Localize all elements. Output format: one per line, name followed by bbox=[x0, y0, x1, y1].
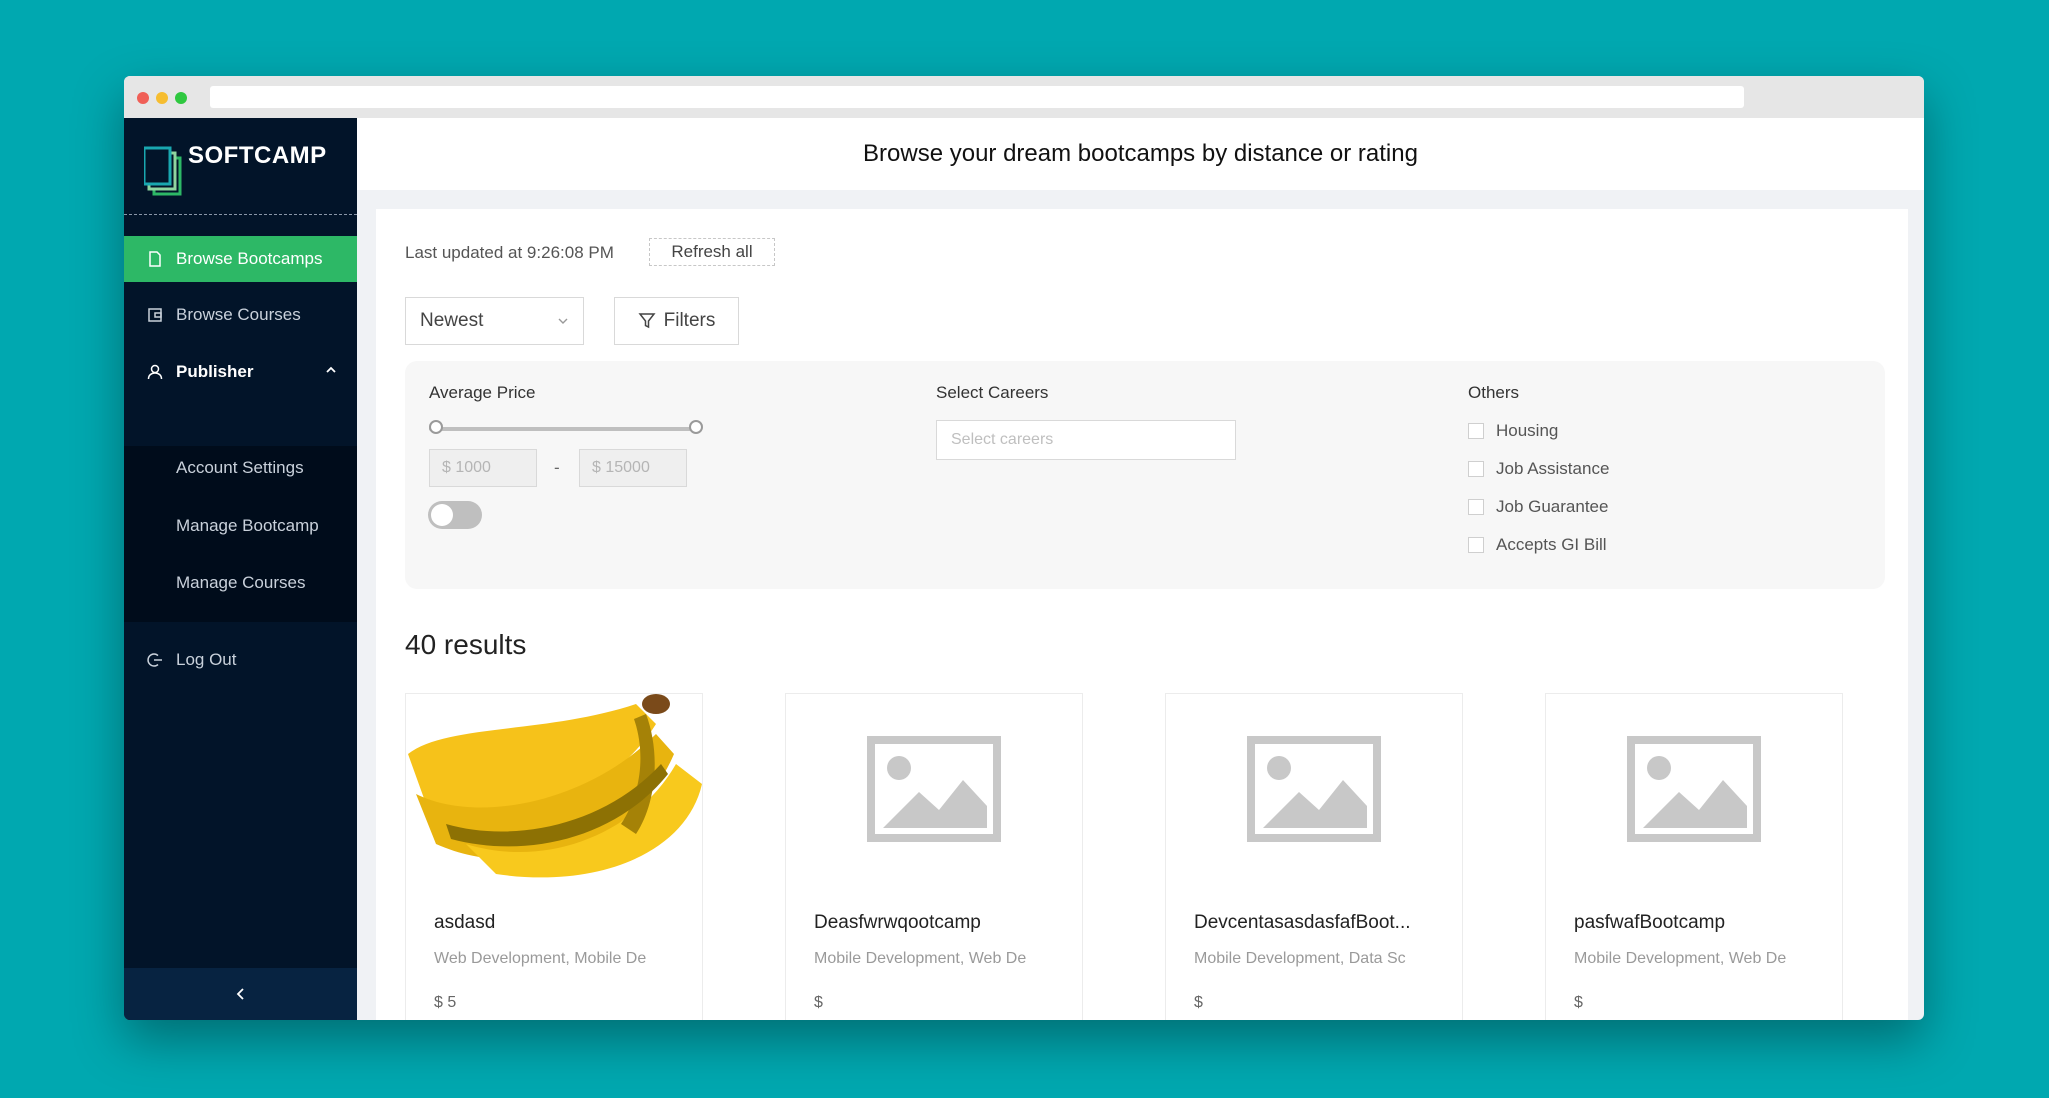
bootcamp-careers: Mobile Development, Web De bbox=[1574, 950, 1787, 967]
chevron-left-icon bbox=[236, 988, 244, 1000]
accepts-gi-bill-checkbox[interactable]: Accepts GI Bill bbox=[1468, 535, 1607, 555]
image-placeholder-icon bbox=[1247, 736, 1381, 842]
logo[interactable]: SOFTCAMP bbox=[144, 136, 344, 200]
sidebar-item-log-out[interactable]: Log Out bbox=[124, 637, 357, 683]
checkbox-box[interactable] bbox=[1468, 499, 1484, 515]
bootcamp-name[interactable]: asdasd bbox=[434, 912, 684, 934]
min-price-input[interactable]: $ 1000 bbox=[429, 449, 537, 487]
others-label: Others bbox=[1468, 383, 1520, 402]
sidebar-item-label: Browse Courses bbox=[176, 305, 301, 324]
main-content: Last updated at 9:26:08 PM Refresh all N… bbox=[376, 209, 1908, 1020]
filter-icon bbox=[638, 313, 656, 329]
sort-select[interactable]: Newest bbox=[405, 297, 584, 345]
sidebar-item-manage-courses[interactable]: Manage Courses bbox=[124, 561, 357, 605]
sort-select-value: Newest bbox=[420, 310, 484, 331]
price-range-separator: - bbox=[554, 458, 560, 477]
page-title: Browse your dream bootcamps by distance … bbox=[357, 118, 1924, 190]
price-slider-max-handle[interactable] bbox=[689, 420, 703, 434]
bootcamp-name[interactable]: DevcentasasdasfafBoot... bbox=[1194, 912, 1444, 934]
bootcamp-careers: Mobile Development, Web De bbox=[814, 950, 1027, 967]
bootcamp-card[interactable]: DevcentasasdasfafBoot... Mobile Developm… bbox=[1165, 693, 1463, 1020]
job-assistance-checkbox[interactable]: Job Assistance bbox=[1468, 459, 1609, 479]
bootcamp-image bbox=[1166, 694, 1462, 884]
sidebar-item-browse-bootcamps[interactable]: Browse Bootcamps bbox=[124, 236, 357, 282]
job-guarantee-checkbox[interactable]: Job Guarantee bbox=[1468, 497, 1608, 517]
bootcamp-price: $ bbox=[1574, 994, 1583, 1011]
maximize-window-button[interactable] bbox=[175, 92, 187, 104]
careers-select[interactable]: Select careers bbox=[936, 420, 1236, 460]
bootcamp-image bbox=[786, 694, 1082, 884]
url-bar[interactable] bbox=[210, 86, 1744, 108]
sidebar-item-publisher[interactable]: Publisher bbox=[124, 349, 357, 395]
checkbox-label: Job Guarantee bbox=[1496, 497, 1609, 516]
sidebar-item-label: Publisher bbox=[176, 362, 254, 381]
average-price-label: Average Price bbox=[429, 383, 536, 402]
user-icon bbox=[147, 364, 163, 380]
close-window-button[interactable] bbox=[137, 92, 149, 104]
bootcamp-price: $ 5 bbox=[434, 994, 457, 1011]
max-price-input[interactable]: $ 15000 bbox=[579, 449, 687, 487]
bootcamp-image bbox=[1546, 694, 1842, 884]
refresh-all-button[interactable]: Refresh all bbox=[649, 238, 775, 266]
checkbox-label: Housing bbox=[1496, 421, 1559, 440]
chevron-down-icon bbox=[558, 318, 568, 324]
bootcamp-image bbox=[406, 694, 702, 884]
checkbox-box[interactable] bbox=[1468, 461, 1484, 477]
last-updated-text: Last updated at 9:26:08 PM bbox=[405, 243, 614, 262]
sidebar-item-account-settings[interactable]: Account Settings bbox=[124, 446, 357, 490]
housing-checkbox[interactable]: Housing bbox=[1468, 421, 1558, 441]
file-icon bbox=[149, 251, 161, 267]
sidebar-item-manage-bootcamp[interactable]: Manage Bootcamp bbox=[124, 504, 357, 548]
checkbox-label: Job Assistance bbox=[1496, 459, 1610, 478]
sidebar-item-label: Manage Bootcamp bbox=[176, 516, 319, 535]
sidebar: SOFTCAMP Browse Bootcamps Browse Courses… bbox=[124, 118, 357, 1020]
logo-icon bbox=[144, 146, 182, 196]
title-bar bbox=[124, 76, 1924, 118]
bootcamp-careers: Mobile Development, Data Sc bbox=[1194, 950, 1406, 967]
results-count: 40 results bbox=[405, 629, 527, 660]
logout-icon bbox=[147, 653, 162, 667]
bootcamp-price: $ bbox=[1194, 994, 1203, 1011]
price-toggle[interactable] bbox=[428, 501, 482, 529]
publisher-submenu: Account Settings Manage Bootcamp Manage … bbox=[124, 446, 357, 622]
select-careers-label: Select Careers bbox=[936, 383, 1049, 402]
sidebar-item-browse-courses[interactable]: Browse Courses bbox=[124, 292, 357, 338]
sidebar-collapse-button[interactable] bbox=[124, 968, 357, 1020]
filters-button-label: Filters bbox=[663, 310, 716, 331]
wallet-icon bbox=[148, 308, 162, 322]
price-slider-min-handle[interactable] bbox=[429, 420, 443, 434]
bootcamp-card[interactable]: pasfwafBootcamp Mobile Development, Web … bbox=[1545, 693, 1843, 1020]
bootcamp-careers: Web Development, Mobile De bbox=[434, 950, 647, 967]
price-slider-track[interactable] bbox=[429, 427, 697, 431]
checkbox-box[interactable] bbox=[1468, 537, 1484, 553]
checkbox-label: Accepts GI Bill bbox=[1496, 535, 1607, 554]
sidebar-item-label: Manage Courses bbox=[176, 573, 306, 592]
bootcamp-card[interactable]: Deasfwrwqootcamp Mobile Development, Web… bbox=[785, 693, 1083, 1020]
browser-window: SOFTCAMP Browse Bootcamps Browse Courses… bbox=[124, 76, 1924, 1020]
image-placeholder-icon bbox=[867, 736, 1001, 842]
bootcamp-price: $ bbox=[814, 994, 823, 1011]
bootcamp-name[interactable]: pasfwafBootcamp bbox=[1574, 912, 1824, 934]
filters-button[interactable]: Filters bbox=[614, 297, 739, 345]
banana-image bbox=[408, 694, 702, 878]
checkbox-box[interactable] bbox=[1468, 423, 1484, 439]
image-placeholder-icon bbox=[1627, 736, 1761, 842]
minimize-window-button[interactable] bbox=[156, 92, 168, 104]
chevron-up-icon bbox=[326, 366, 336, 373]
bootcamp-name[interactable]: Deasfwrwqootcamp bbox=[814, 912, 1064, 934]
sidebar-item-label: Account Settings bbox=[176, 458, 304, 477]
logo-text: SOFTCAMP bbox=[188, 142, 327, 169]
sidebar-item-label: Browse Bootcamps bbox=[176, 249, 323, 268]
sidebar-divider bbox=[124, 214, 357, 215]
filter-panel: Average Price $ 1000 - $ 15000 Select Ca… bbox=[405, 361, 1885, 589]
bootcamp-card[interactable]: asdasd Web Development, Mobile De $ 5 bbox=[405, 693, 703, 1020]
sidebar-item-label: Log Out bbox=[176, 650, 237, 669]
